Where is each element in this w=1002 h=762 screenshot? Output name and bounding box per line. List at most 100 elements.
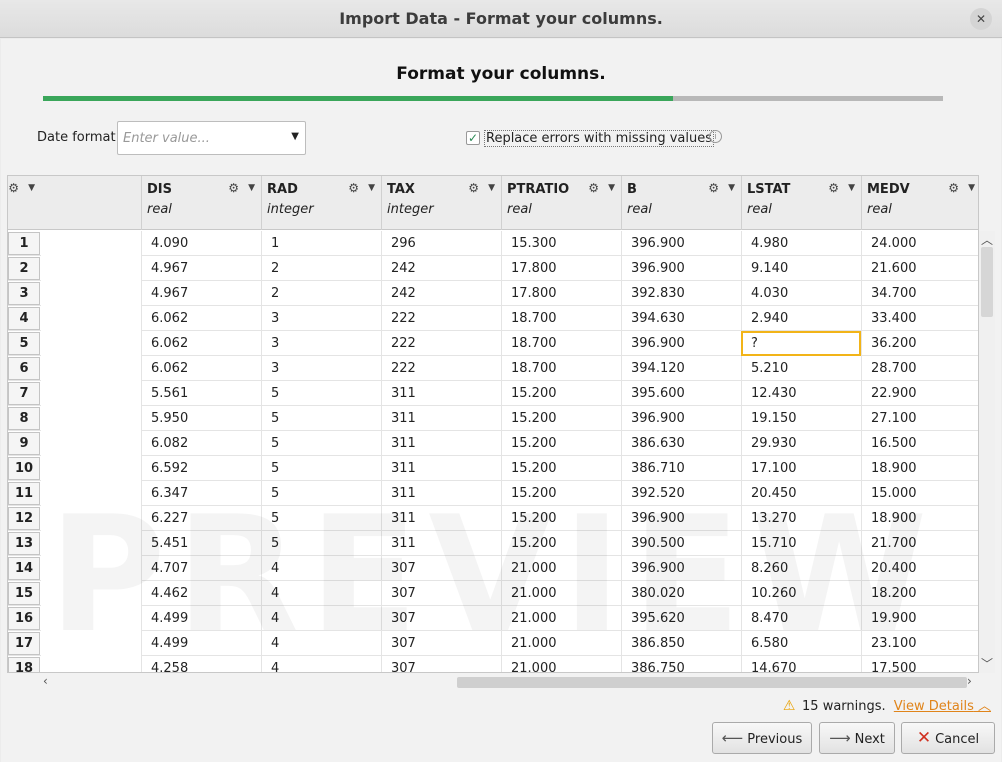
table-cell[interactable]: 5: [261, 506, 381, 531]
chevron-down-icon[interactable]: ▼: [968, 183, 975, 193]
replace-errors-checkbox[interactable]: ✓: [466, 131, 480, 145]
table-cell[interactable]: 4.030: [741, 281, 861, 306]
column-header-tax[interactable]: TAX integer ⚙ ▼: [381, 176, 501, 230]
table-cell[interactable]: 5.561: [141, 381, 261, 406]
table-cell[interactable]: 21.000: [501, 631, 621, 656]
table-cell[interactable]: 4: [261, 656, 381, 672]
table-cell[interactable]: 311: [381, 406, 501, 431]
table-cell[interactable]: 380.020: [621, 581, 741, 606]
table-cell[interactable]: 8.260: [741, 556, 861, 581]
table-cell[interactable]: 307: [381, 631, 501, 656]
row-number[interactable]: 17: [8, 632, 40, 655]
column-header-rad[interactable]: RAD integer ⚙ ▼: [261, 176, 381, 230]
table-cell[interactable]: 21.600: [861, 256, 978, 281]
column-header-ptratio[interactable]: PTRATIO real ⚙ ▼: [501, 176, 621, 230]
gear-icon[interactable]: ⚙: [8, 181, 19, 195]
table-cell[interactable]: 386.750: [621, 656, 741, 672]
table-cell[interactable]: 4.090: [141, 231, 261, 256]
chevron-down-icon[interactable]: ▼: [368, 183, 375, 193]
scroll-up-icon[interactable]: ︿: [981, 231, 993, 248]
table-cell[interactable]: 222: [381, 356, 501, 381]
table-cell[interactable]: 6.580: [741, 631, 861, 656]
table-cell[interactable]: 15.710: [741, 531, 861, 556]
table-cell[interactable]: 4: [261, 631, 381, 656]
table-cell[interactable]: 27.100: [861, 406, 978, 431]
row-number[interactable]: 9: [8, 432, 40, 455]
table-cell[interactable]: 311: [381, 456, 501, 481]
table-cell[interactable]: 21.000: [501, 606, 621, 631]
gear-icon[interactable]: ⚙: [708, 181, 719, 195]
table-cell[interactable]: 9.140: [741, 256, 861, 281]
table-cell[interactable]: 6.062: [141, 356, 261, 381]
table-cell[interactable]: 6.592: [141, 456, 261, 481]
table-cell[interactable]: 2: [261, 256, 381, 281]
table-cell[interactable]: 18.900: [861, 506, 978, 531]
table-cell[interactable]: 6.347: [141, 481, 261, 506]
table-cell[interactable]: 4: [261, 581, 381, 606]
table-cell[interactable]: 36.200: [861, 331, 978, 356]
scroll-right-icon[interactable]: ›: [967, 674, 972, 688]
table-cell[interactable]: 5: [261, 406, 381, 431]
table-cell[interactable]: 5: [261, 531, 381, 556]
row-number[interactable]: 11: [8, 482, 40, 505]
table-cell[interactable]: 19.900: [861, 606, 978, 631]
chevron-down-icon[interactable]: ▼: [488, 183, 495, 193]
gear-icon[interactable]: ⚙: [588, 181, 599, 195]
column-header-lstat[interactable]: LSTAT real ⚙ ▼: [741, 176, 861, 230]
table-cell[interactable]: 34.700: [861, 281, 978, 306]
table-cell[interactable]: 4.967: [141, 281, 261, 306]
table-cell[interactable]: 22.900: [861, 381, 978, 406]
table-cell[interactable]: 3: [261, 356, 381, 381]
gear-icon[interactable]: ⚙: [228, 181, 239, 195]
table-cell[interactable]: 18.700: [501, 356, 621, 381]
row-number[interactable]: 16: [8, 607, 40, 630]
table-cell[interactable]: 396.900: [621, 231, 741, 256]
table-cell[interactable]: 21.000: [501, 656, 621, 672]
table-cell[interactable]: ?: [741, 331, 861, 356]
chevron-down-icon[interactable]: ▼: [28, 183, 35, 193]
table-cell[interactable]: 18.700: [501, 331, 621, 356]
row-number[interactable]: 8: [8, 407, 40, 430]
table-cell[interactable]: 20.400: [861, 556, 978, 581]
table-cell[interactable]: 386.630: [621, 431, 741, 456]
table-cell[interactable]: 17.100: [741, 456, 861, 481]
table-cell[interactable]: 18.200: [861, 581, 978, 606]
table-cell[interactable]: 15.200: [501, 506, 621, 531]
row-number[interactable]: 12: [8, 507, 40, 530]
table-cell[interactable]: 21.000: [501, 581, 621, 606]
table-cell[interactable]: 242: [381, 256, 501, 281]
row-number[interactable]: 1: [8, 232, 40, 255]
table-cell[interactable]: 5: [261, 481, 381, 506]
column-header-age[interactable]: GEreal⚙▼: [8, 176, 41, 230]
table-cell[interactable]: 4.980: [741, 231, 861, 256]
table-cell[interactable]: 5: [261, 431, 381, 456]
table-cell[interactable]: 307: [381, 656, 501, 672]
table-cell[interactable]: 4.499: [141, 631, 261, 656]
table-cell[interactable]: 3: [261, 331, 381, 356]
row-number[interactable]: 13: [8, 532, 40, 555]
table-cell[interactable]: 13.270: [741, 506, 861, 531]
scroll-left-icon[interactable]: ‹: [43, 674, 48, 688]
table-cell[interactable]: 307: [381, 606, 501, 631]
chevron-down-icon[interactable]: ▼: [728, 183, 735, 193]
table-cell[interactable]: 5.451: [141, 531, 261, 556]
column-header-medv[interactable]: MEDV real ⚙ ▼: [861, 176, 978, 230]
table-cell[interactable]: 396.900: [621, 556, 741, 581]
table-cell[interactable]: 311: [381, 431, 501, 456]
chevron-down-icon[interactable]: ▼: [848, 183, 855, 193]
table-cell[interactable]: 394.120: [621, 356, 741, 381]
table-cell[interactable]: 311: [381, 381, 501, 406]
gear-icon[interactable]: ⚙: [828, 181, 839, 195]
row-number[interactable]: 6: [8, 357, 40, 380]
table-cell[interactable]: 19.150: [741, 406, 861, 431]
gear-icon[interactable]: ⚙: [348, 181, 359, 195]
table-cell[interactable]: 16.500: [861, 431, 978, 456]
table-cell[interactable]: 386.710: [621, 456, 741, 481]
table-cell[interactable]: 23.100: [861, 631, 978, 656]
table-cell[interactable]: 311: [381, 531, 501, 556]
table-cell[interactable]: 396.900: [621, 406, 741, 431]
table-cell[interactable]: 311: [381, 506, 501, 531]
table-cell[interactable]: 15.200: [501, 456, 621, 481]
row-number[interactable]: 7: [8, 382, 40, 405]
table-cell[interactable]: 18.900: [861, 456, 978, 481]
